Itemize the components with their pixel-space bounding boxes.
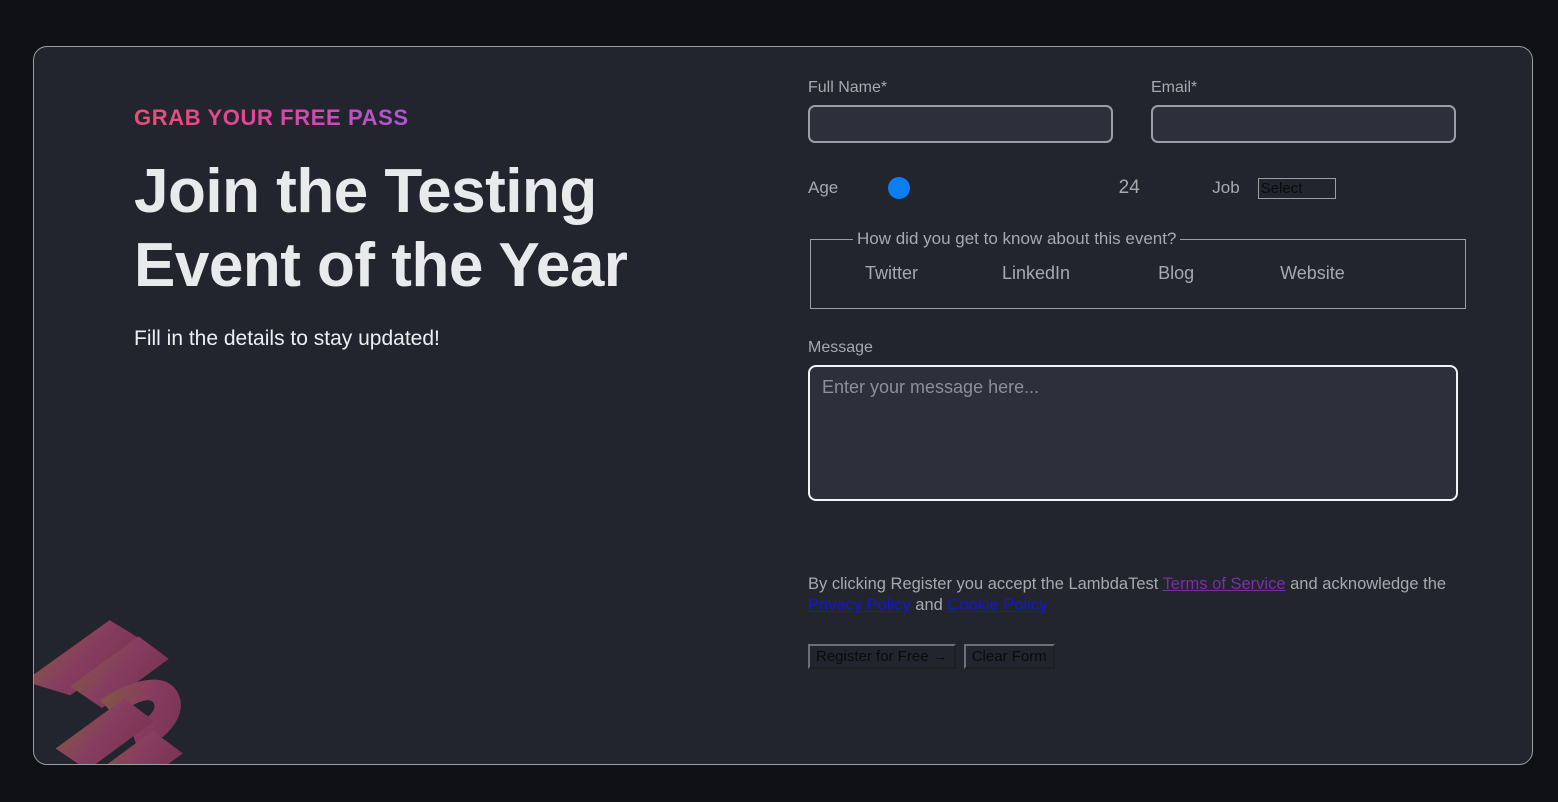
legal-part-3: and: [910, 596, 948, 614]
message-field-group: Message: [808, 339, 1468, 506]
email-field-group: Email*: [1151, 79, 1456, 143]
terms-of-service-link[interactable]: Terms of Service: [1163, 575, 1286, 593]
registration-card: GRAB YOUR FREE PASS Join the Testing Eve…: [33, 46, 1533, 765]
name-email-row: Full Name* Email*: [808, 79, 1468, 143]
source-label-linkedin[interactable]: LinkedIn: [1002, 263, 1070, 284]
hero-subtitle: Fill in the details to stay updated!: [134, 327, 440, 350]
full-name-field-group: Full Name*: [808, 79, 1113, 143]
headline-line-2: Event of the Year: [134, 231, 628, 300]
headline-line-1: Join the Testing: [134, 157, 597, 226]
register-button[interactable]: Register for Free →: [808, 644, 956, 669]
source-option-blog[interactable]: Blog: [1158, 263, 1194, 284]
clear-form-button[interactable]: Clear Form: [963, 644, 1055, 669]
source-options: Twitter LinkedIn Blog Website: [821, 263, 1455, 284]
form-actions: Register for Free → Clear Form: [808, 644, 1468, 669]
full-name-label: Full Name*: [808, 79, 888, 96]
hero-eyebrow: GRAB YOUR FREE PASS: [134, 105, 409, 130]
source-option-linkedin[interactable]: LinkedIn: [1002, 263, 1070, 284]
job-select[interactable]: Select: [1257, 177, 1336, 199]
age-value: 24: [1118, 177, 1140, 198]
legal-part-2: and acknowledge the: [1285, 575, 1447, 593]
page-root: GRAB YOUR FREE PASS Join the Testing Eve…: [0, 0, 1558, 802]
age-slider[interactable]: [888, 177, 1089, 199]
source-fieldset: How did you get to know about this event…: [810, 229, 1466, 309]
source-option-twitter[interactable]: Twitter: [865, 263, 918, 284]
legal-text: By clicking Register you accept the Lamb…: [808, 574, 1458, 616]
email-label: Email*: [1151, 79, 1198, 96]
source-option-website[interactable]: Website: [1280, 263, 1345, 284]
page-title: Join the Testing Event of the Year: [134, 155, 734, 303]
privacy-policy-link[interactable]: Privacy Policy: [808, 596, 911, 614]
full-name-input[interactable]: [808, 105, 1113, 143]
source-label-twitter[interactable]: Twitter: [865, 263, 918, 284]
message-label: Message: [808, 339, 873, 356]
registration-form: Full Name* Email* Age 24 Job Select How …: [808, 79, 1468, 669]
source-label-blog[interactable]: Blog: [1158, 263, 1194, 284]
age-label: Age: [808, 178, 839, 197]
email-input[interactable]: [1151, 105, 1456, 143]
cookie-policy-link[interactable]: Cookie Policy: [947, 596, 1047, 614]
hero-section: GRAB YOUR FREE PASS Join the Testing Eve…: [134, 105, 734, 351]
legal-part-1: By clicking Register you accept the Lamb…: [808, 575, 1163, 593]
age-job-row: Age 24 Job Select: [808, 173, 1468, 203]
job-label: Job: [1212, 178, 1240, 197]
source-legend: How did you get to know about this event…: [857, 229, 1177, 248]
source-label-website[interactable]: Website: [1280, 263, 1345, 284]
message-textarea[interactable]: [808, 365, 1458, 501]
brand-watermark-icon: [34, 620, 183, 764]
